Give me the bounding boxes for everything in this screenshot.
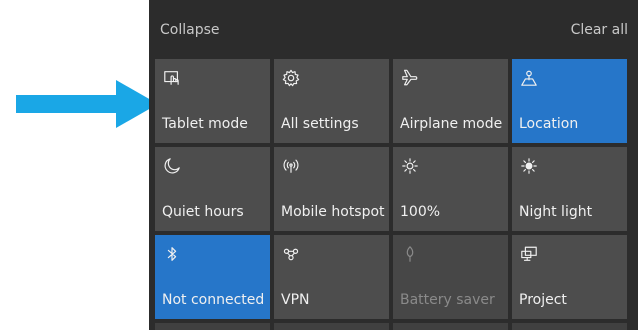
tile-vpn[interactable]: VPN (274, 235, 389, 319)
tile-partial-row (512, 323, 627, 330)
quick-actions-grid: Tablet mode All settings Airplane mode L… (149, 59, 638, 330)
tile-label: All settings (281, 116, 359, 132)
tile-location[interactable]: Location (512, 59, 627, 143)
tile-project[interactable]: Project (512, 235, 627, 319)
bluetooth-icon (162, 244, 182, 264)
airplane-icon (400, 68, 420, 88)
tile-label: Battery saver (400, 292, 495, 308)
vpn-icon (281, 244, 301, 264)
moon-icon (162, 156, 182, 176)
tile-battery-saver: Battery saver (393, 235, 508, 319)
brightness-icon (400, 156, 420, 176)
tile-label: Not connected (162, 292, 265, 308)
clear-all-link[interactable]: Clear all (571, 22, 628, 38)
tile-brightness[interactable]: 100% (393, 147, 508, 231)
battery-saver-icon (400, 244, 420, 264)
screenshot: Collapse Clear all Tablet mode All setti… (0, 0, 638, 330)
tile-label: Airplane mode (400, 116, 503, 132)
tablet-mode-icon (162, 68, 182, 88)
tile-airplane-mode[interactable]: Airplane mode (393, 59, 508, 143)
tile-partial-row (155, 323, 270, 330)
tile-bluetooth[interactable]: Not connected (155, 235, 270, 319)
action-center-panel: Collapse Clear all Tablet mode All setti… (149, 0, 638, 330)
tile-partial-row (393, 323, 508, 330)
collapse-link[interactable]: Collapse (160, 22, 220, 38)
tile-partial-row (274, 323, 389, 330)
tile-label: VPN (281, 292, 310, 308)
tile-label: Tablet mode (162, 116, 248, 132)
tile-label: Project (519, 292, 567, 308)
tile-tablet-mode[interactable]: Tablet mode (155, 59, 270, 143)
tile-mobile-hotspot[interactable]: Mobile hotspot (274, 147, 389, 231)
tile-quiet-hours[interactable]: Quiet hours (155, 147, 270, 231)
tile-label: 100% (400, 204, 441, 220)
pointer-arrow-icon (16, 80, 158, 128)
project-icon (519, 244, 539, 264)
tile-label: Location (519, 116, 579, 132)
location-icon (519, 68, 539, 88)
tile-label: Quiet hours (162, 204, 244, 220)
hotspot-icon (281, 156, 301, 176)
action-center-header: Collapse Clear all (149, 0, 638, 58)
tile-label: Mobile hotspot (281, 204, 385, 220)
tile-night-light[interactable]: Night light (512, 147, 627, 231)
tile-all-settings[interactable]: All settings (274, 59, 389, 143)
tile-label: Night light (519, 204, 593, 220)
gear-icon (281, 68, 301, 88)
night-light-icon (519, 156, 539, 176)
